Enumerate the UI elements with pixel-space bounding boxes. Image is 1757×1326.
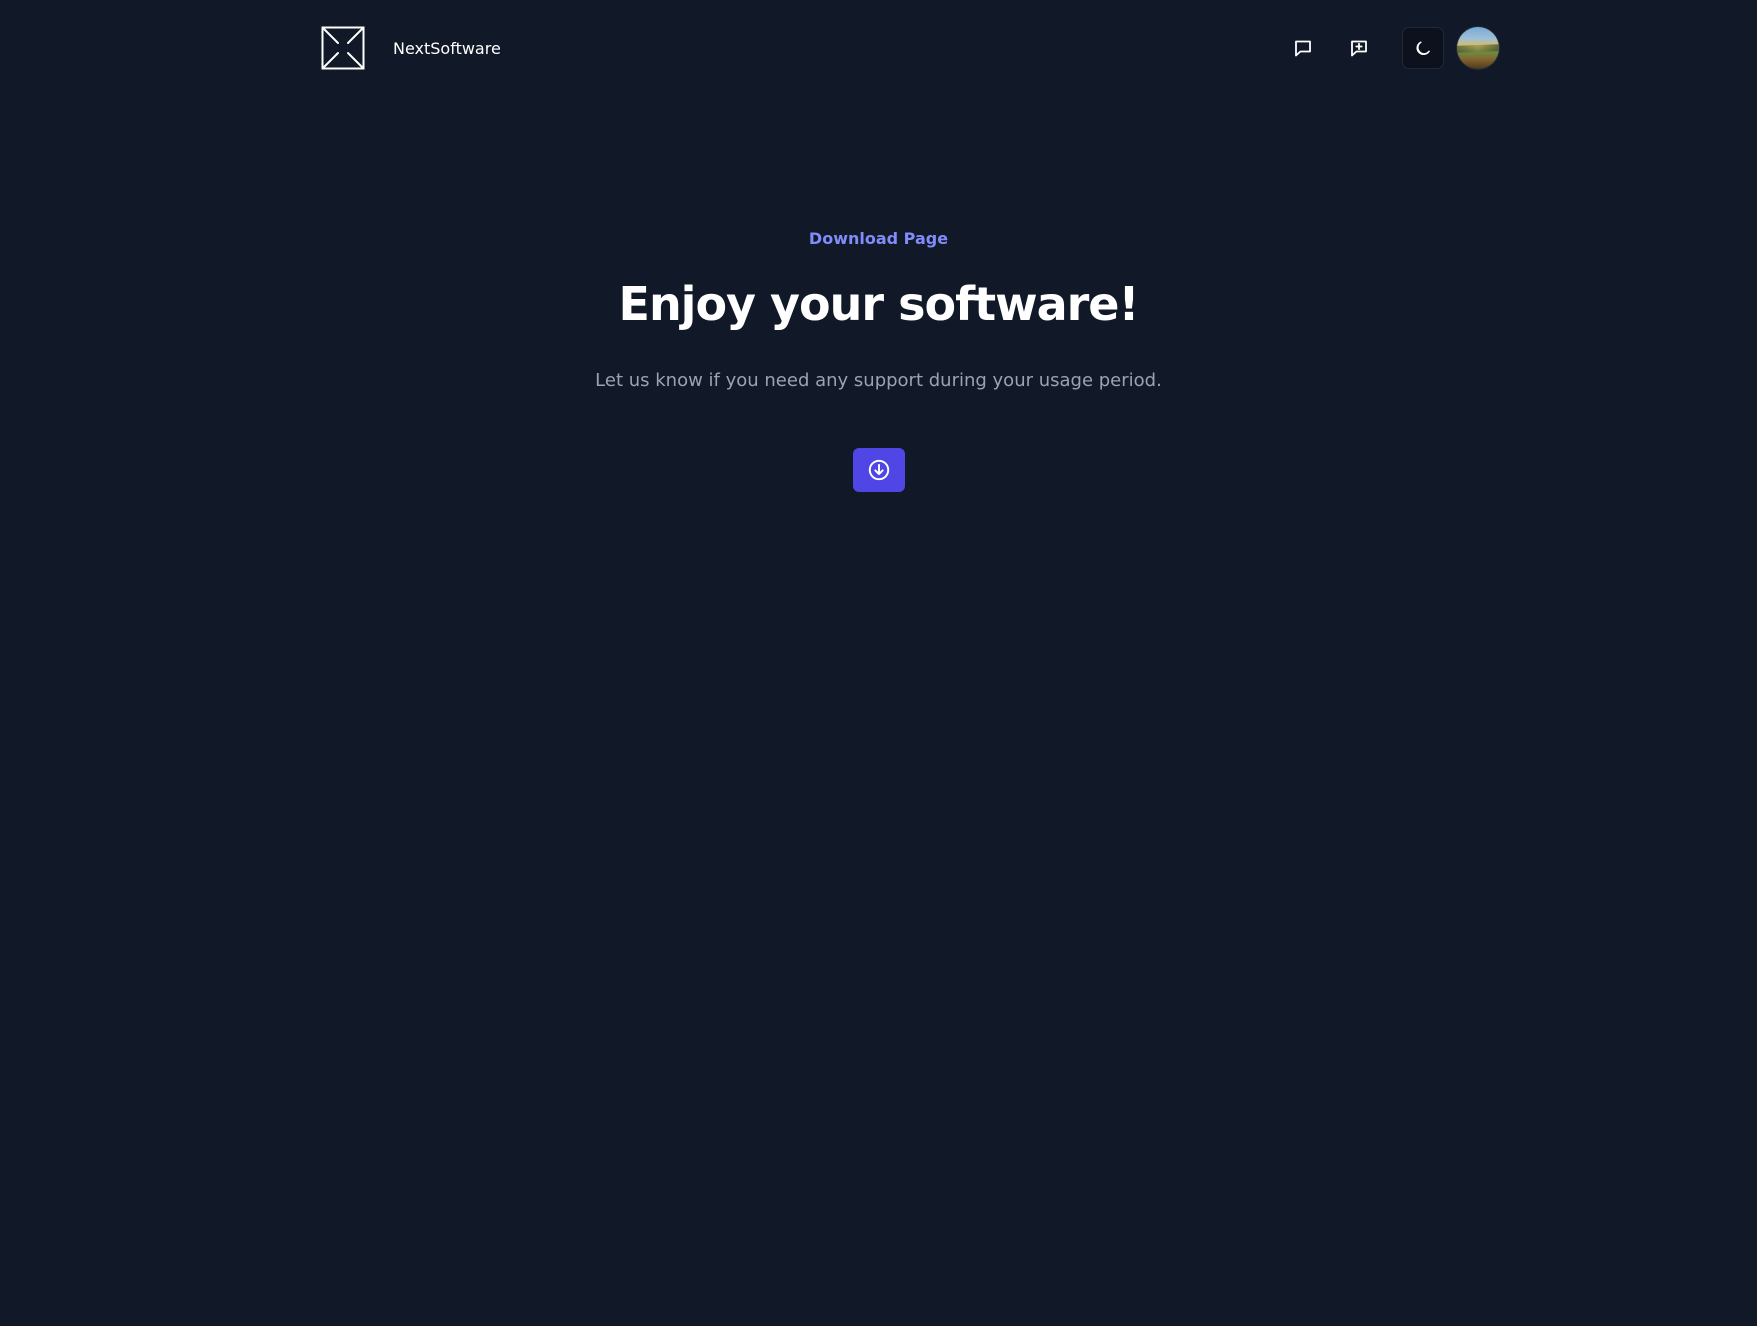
arrow-down-circle-icon bbox=[868, 459, 890, 481]
download-button[interactable] bbox=[853, 448, 905, 492]
download-hero: Download Page Enjoy your software! Let u… bbox=[0, 0, 1757, 1326]
section-eyebrow: Download Page bbox=[808, 229, 949, 248]
page-subtitle: Let us know if you need any support duri… bbox=[595, 370, 1162, 391]
page-title: Enjoy your software! bbox=[618, 277, 1140, 331]
